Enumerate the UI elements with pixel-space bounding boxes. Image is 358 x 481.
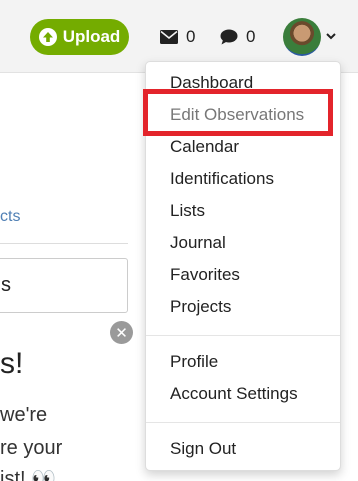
chevron-down-icon[interactable] <box>325 30 337 42</box>
background-divider <box>0 243 128 244</box>
menu-item-lists[interactable]: Lists <box>146 196 340 226</box>
background-search-input[interactable]: s <box>0 258 128 313</box>
menu-item-journal[interactable]: Journal <box>146 228 340 258</box>
chat-bubble-icon <box>220 29 238 45</box>
background-input-text: s <box>1 274 11 296</box>
messages-button[interactable]: 0 <box>160 27 195 47</box>
menu-item-profile[interactable]: Profile <box>146 347 340 377</box>
background-text-line: we're <box>0 404 48 426</box>
menu-item-sign-out[interactable]: Sign Out <box>146 434 340 464</box>
menu-item-edit-observations[interactable]: Edit Observations <box>146 100 340 130</box>
clear-icon[interactable]: ✕ <box>110 321 133 344</box>
user-dropdown-menu: Dashboard Edit Observations Calendar Ide… <box>145 61 341 471</box>
menu-item-projects[interactable]: Projects <box>146 292 340 322</box>
menu-item-account-settings[interactable]: Account Settings <box>146 379 340 409</box>
background-heading: s! <box>0 347 24 380</box>
notifications-count: 0 <box>246 27 256 46</box>
background-text-line: ist! 👀 <box>0 468 57 481</box>
upload-button[interactable]: Upload <box>30 19 129 55</box>
envelope-icon <box>160 30 178 44</box>
menu-divider <box>146 335 340 336</box>
menu-item-favorites[interactable]: Favorites <box>146 260 340 290</box>
menu-divider <box>146 422 340 423</box>
messages-count: 0 <box>186 27 196 46</box>
background-link[interactable]: cts <box>0 208 20 226</box>
menu-item-identifications[interactable]: Identifications <box>146 164 340 194</box>
upload-arrow-icon <box>38 28 57 46</box>
upload-label: Upload <box>62 27 121 46</box>
menu-item-dashboard[interactable]: Dashboard <box>146 68 340 98</box>
background-text-line: re your <box>0 437 63 459</box>
user-avatar[interactable] <box>283 18 321 56</box>
notifications-button[interactable]: 0 <box>220 27 255 47</box>
menu-item-calendar[interactable]: Calendar <box>146 132 340 162</box>
